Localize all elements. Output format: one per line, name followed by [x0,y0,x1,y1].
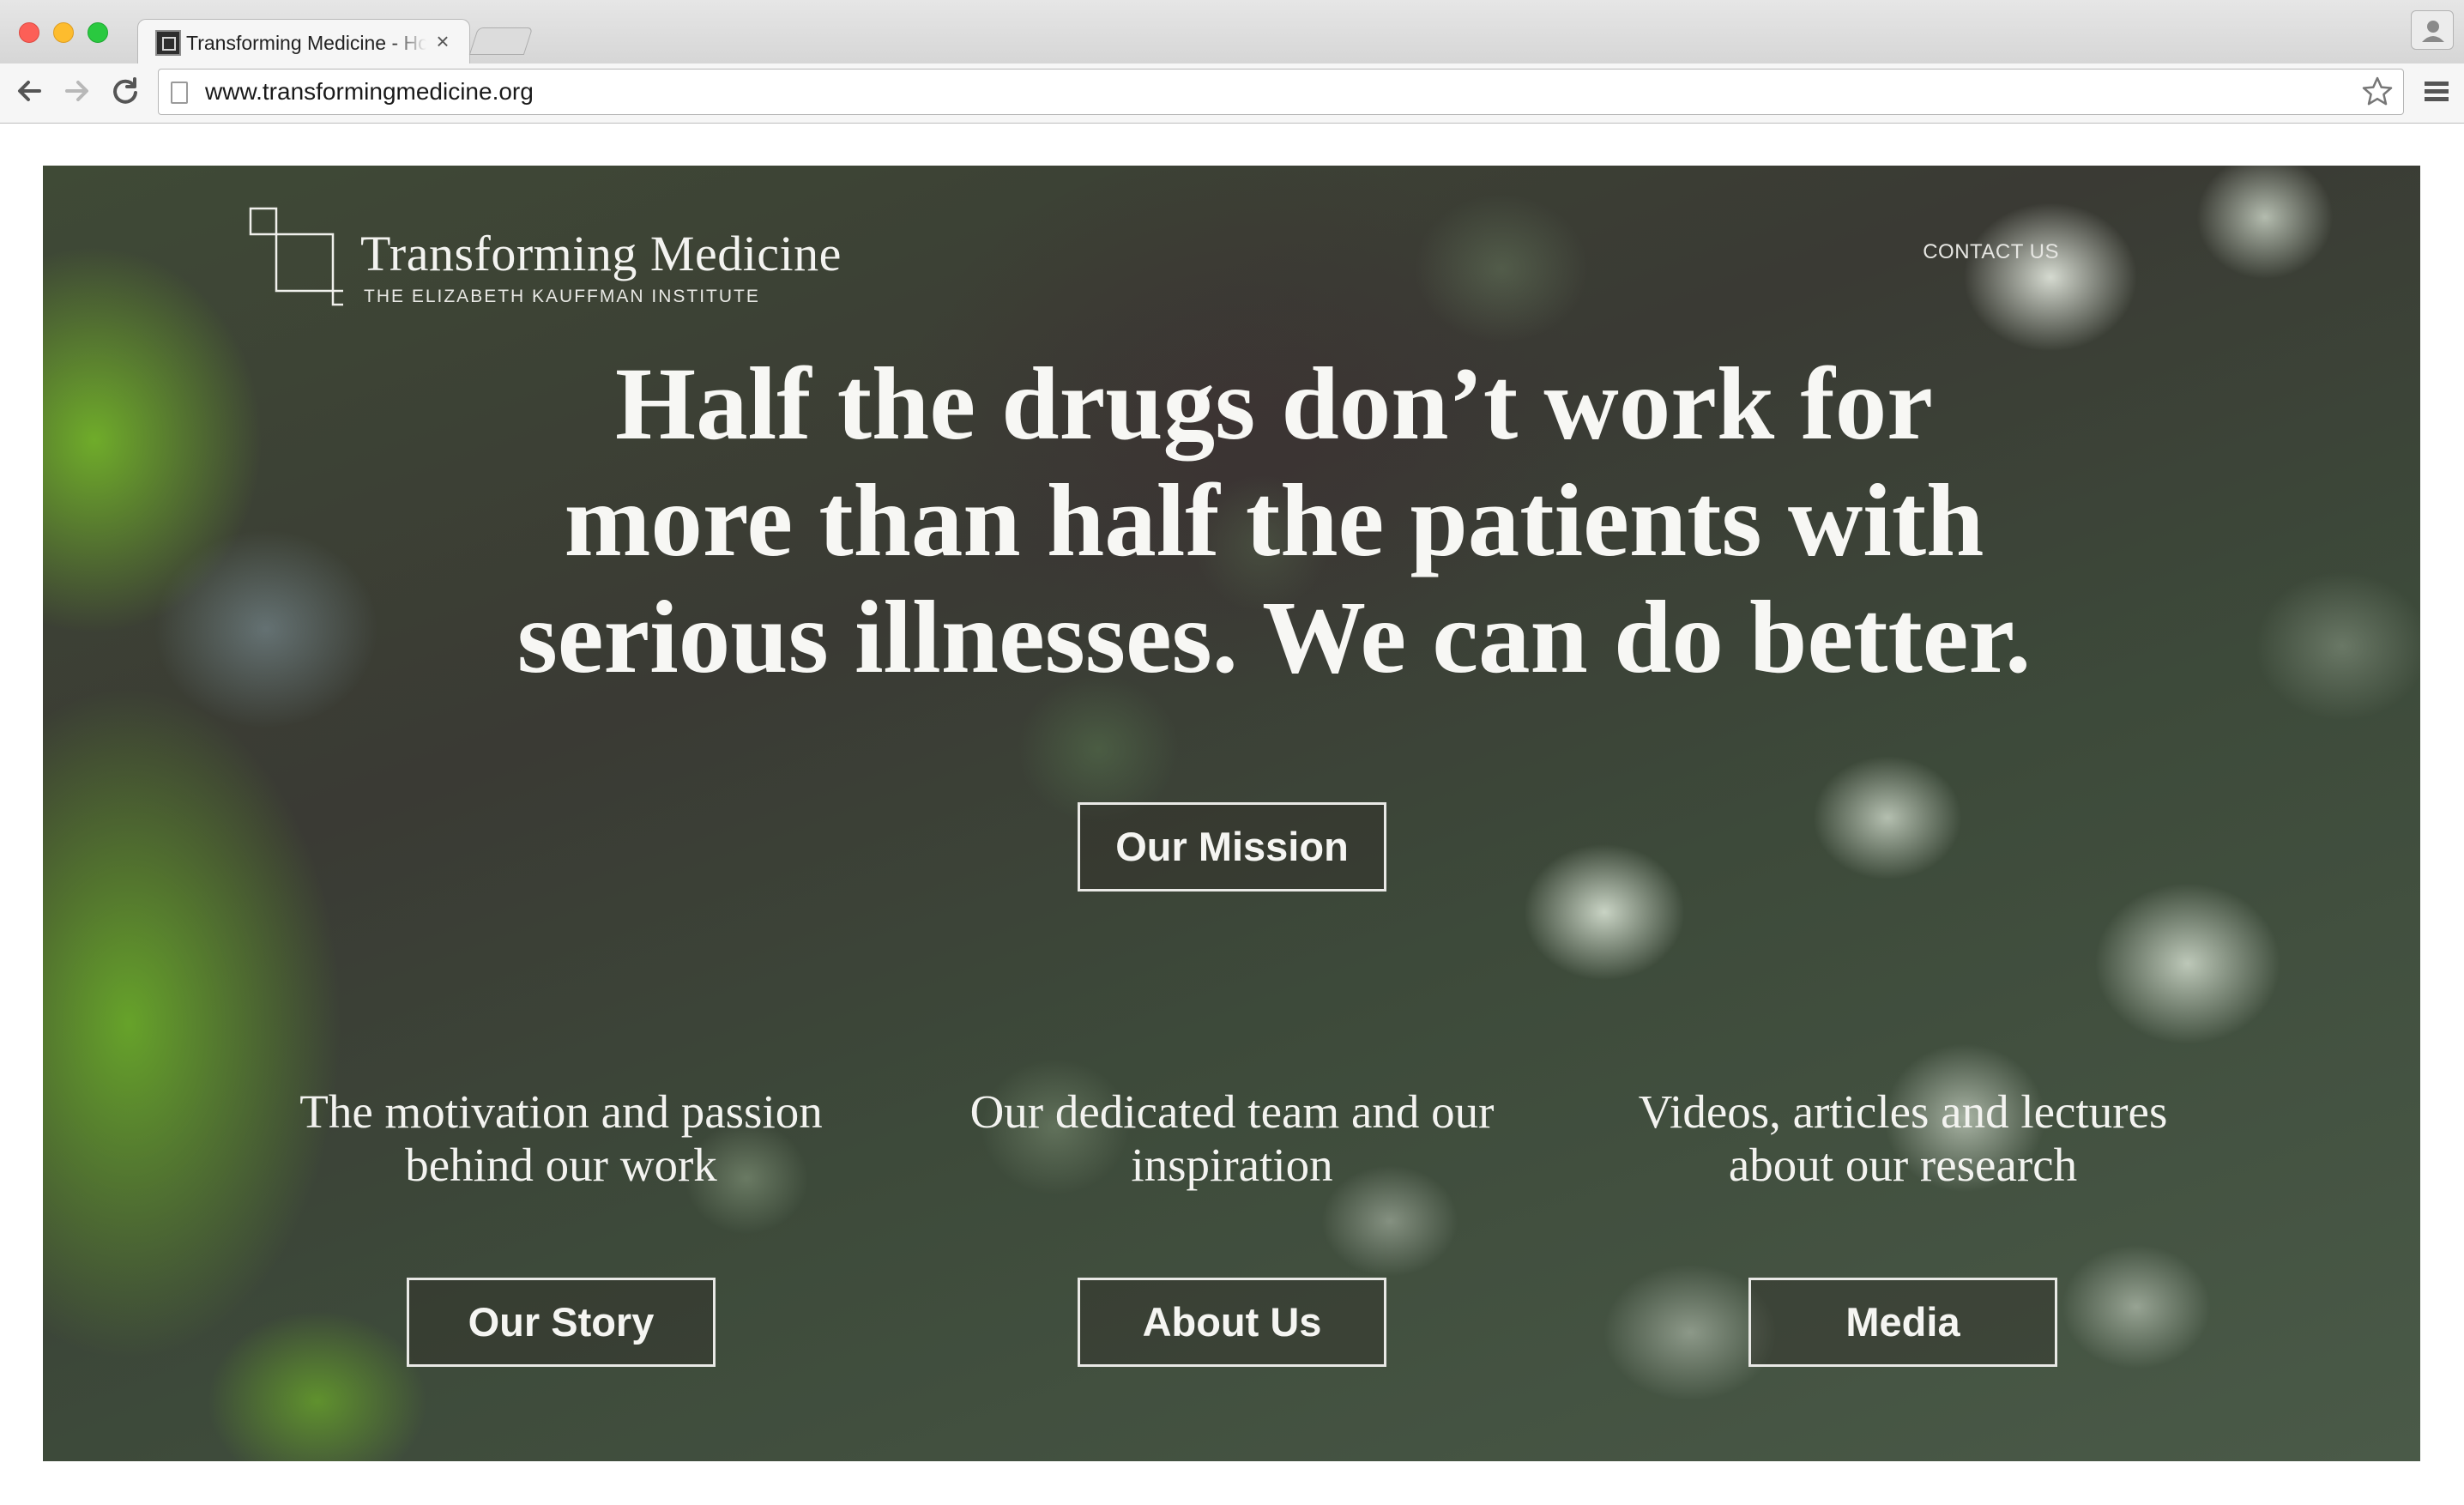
blurb-line: behind our work [405,1139,717,1191]
blurb-line: Our dedicated team and our [969,1085,1495,1138]
browser-menu-button[interactable] [2421,76,2452,106]
hero-section: Transforming Medicine THE ELIZABETH KAUF… [43,166,2420,1461]
new-tab-button[interactable] [468,27,534,55]
about-blurb: Our dedicated team and our inspiration [932,1085,1532,1192]
site-logo-icon[interactable] [249,207,343,310]
media-button[interactable]: Media [1748,1278,2057,1367]
page-icon [171,82,188,104]
back-button[interactable] [10,72,48,110]
story-blurb: The motivation and passion behind our wo… [261,1085,861,1192]
browser-tab-active[interactable]: Transforming Medicine - Home × [137,19,470,65]
reload-button[interactable] [106,72,144,110]
profile-icon [2422,21,2444,42]
favicon-icon [155,30,181,56]
zoom-window-button[interactable] [88,22,108,43]
browser-toolbar: www.transformingmedicine.org [0,63,2464,124]
our-story-button[interactable]: Our Story [407,1278,716,1367]
back-arrow-icon [18,81,41,101]
hero-headline: Half the drugs don’t work for more than … [352,346,2196,696]
our-mission-button[interactable]: Our Mission [1078,802,1386,892]
page-viewport: Transforming Medicine THE ELIZABETH KAUF… [0,124,2464,1505]
media-blurb: Videos, articles and lectures about our … [1603,1085,2203,1192]
blurb-line: The motivation and passion [299,1085,823,1138]
browser-tab-strip: Transforming Medicine - Home × [0,0,2464,65]
headline-line: Half the drugs don’t work for [614,347,1933,462]
forward-button[interactable] [58,72,96,110]
url-text[interactable]: www.transformingmedicine.org [205,70,534,114]
headline-line: more than half the patients with [564,463,1984,578]
contact-us-link[interactable]: CONTACT US [1827,239,2059,265]
bookmark-star-icon [2362,76,2393,106]
blurb-line: about our research [1728,1139,2078,1191]
blurb-line: inspiration [1131,1139,1333,1191]
tab-title: Transforming Medicine - Home [186,32,426,54]
hamburger-menu-icon [2425,82,2449,101]
blurb-line: Videos, articles and lectures [1638,1085,2168,1138]
bookmark-button[interactable] [2360,75,2395,109]
brand-name[interactable]: Transforming Medicine [360,226,842,282]
address-bar[interactable]: www.transformingmedicine.org [158,69,2404,115]
profile-button[interactable] [2411,10,2454,50]
tab-close-icon[interactable]: × [432,28,454,54]
forward-arrow-icon [65,81,88,101]
about-us-button[interactable]: About Us [1078,1278,1386,1367]
brand-subtitle: THE ELIZABETH KAUFFMAN INSTITUTE [364,287,760,306]
close-window-button[interactable] [19,22,39,43]
reload-icon [113,77,137,104]
minimize-window-button[interactable] [53,22,74,43]
headline-line: serious illnesses. We can do better. [516,580,2032,695]
